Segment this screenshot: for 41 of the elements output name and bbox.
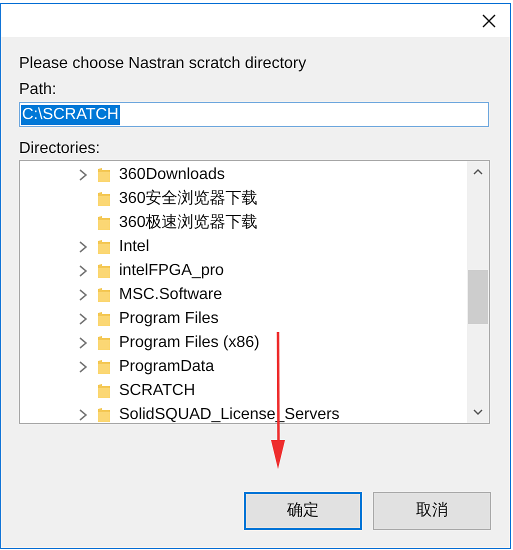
folder-icon [97, 239, 111, 255]
folder-name[interactable]: intelFPGA_pro [119, 261, 224, 281]
expand-chevron-icon[interactable] [78, 409, 88, 421]
expand-chevron-icon[interactable] [78, 361, 88, 373]
folder-name[interactable]: Program Files (x86) [119, 333, 260, 353]
folder-name[interactable]: 360Downloads [119, 165, 225, 185]
folder-icon [97, 215, 111, 231]
folder-icon [97, 191, 111, 207]
folder-icon [97, 167, 111, 183]
folder-name[interactable]: MSC.Software [119, 285, 222, 305]
expand-chevron-icon[interactable] [78, 241, 88, 253]
dialog-button[interactable]: 取消 [373, 492, 491, 530]
expand-chevron-icon[interactable] [78, 337, 88, 349]
folder-name[interactable]: ProgramData [119, 357, 214, 377]
selected-text: C:\SCRATCH [21, 104, 120, 124]
folder-icon [97, 359, 111, 375]
expand-chevron-icon[interactable] [78, 169, 88, 181]
folder-icon [97, 263, 111, 279]
path-field[interactable]: C:\SCRATCH [19, 102, 489, 127]
scrollbar[interactable] [467, 161, 489, 423]
expand-chevron-icon[interactable] [78, 265, 88, 277]
folder-name[interactable]: 360安全浏览器下载 [119, 189, 258, 209]
directories-label: Directories: [19, 139, 101, 159]
prompt-text: Please choose Nastran scratch directory [19, 54, 308, 74]
expand-chevron-icon[interactable] [78, 289, 88, 301]
folder-icon [97, 287, 111, 303]
scroll-thumb[interactable] [468, 270, 488, 324]
path-label: Path: [19, 80, 58, 100]
folder-icon [97, 335, 111, 351]
close-icon[interactable] [482, 14, 496, 28]
folder-icon [97, 383, 111, 399]
folder-icon [97, 407, 111, 423]
folder-name[interactable]: Intel [119, 237, 150, 257]
scroll-down-icon[interactable] [473, 409, 483, 415]
dialog-button[interactable]: 确定 [244, 492, 362, 530]
scroll-up-icon[interactable] [473, 169, 483, 175]
folder-name[interactable]: 360极速浏览器下载 [119, 213, 258, 233]
expand-chevron-icon[interactable] [78, 313, 88, 325]
folder-icon [97, 311, 111, 327]
folder-name[interactable]: SCRATCH [119, 381, 196, 401]
folder-name[interactable]: Program Files [119, 309, 219, 329]
